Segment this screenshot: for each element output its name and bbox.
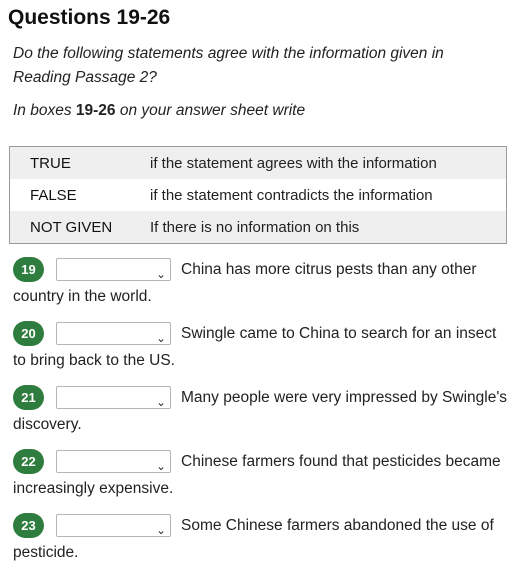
page-title: Questions 19-26 [8,6,171,29]
key-term: NOT GIVEN [9,211,150,244]
sheet-prefix: In boxes [13,102,76,119]
key-meaning: If there is no information on this [150,211,507,244]
chevron-down-icon: ⌄ [155,459,166,474]
answer-select-21[interactable]: ⌄ [56,386,171,410]
key-meaning: if the statement agrees with the informa… [150,146,507,179]
question-item: 19 ⌄ China has more citrus pests than any … [13,256,508,310]
answer-sheet-note: In boxes 19-26 on your answer sheet writ… [13,102,305,120]
question-number-badge: 23 [13,513,44,539]
key-row: TRUE if the statement agrees with the in… [9,146,507,179]
question-number-badge: 22 [13,449,44,475]
chevron-down-icon: ⌄ [155,395,166,410]
answer-select-19[interactable]: ⌄ [56,258,171,282]
sheet-suffix: on your answer sheet write [115,102,306,119]
key-term: TRUE [9,146,150,179]
question-item: 22 ⌄ Chinese farmers found that pesticides… [13,448,508,502]
question-number-badge: 19 [13,257,44,283]
chevron-down-icon: ⌄ [155,523,166,538]
answer-select-22[interactable]: ⌄ [56,450,171,474]
key-row: FALSE if the statement contradicts the i… [10,179,507,211]
question-item: 23 ⌄ Some Chinese farmers abandoned the us… [13,512,508,566]
key-meaning: if the statement contradicts the informa… [150,186,433,204]
question-number-badge: 20 [13,321,44,347]
question-number-badge: 21 [13,385,44,411]
question-item: 21 ⌄ Many people were very impressed by Sw… [13,384,508,438]
question-panel: Questions 19-26 Do the following stateme… [0,0,517,573]
sheet-range: 19-26 [75,102,116,119]
chevron-down-icon: ⌄ [155,267,166,282]
key-term: FALSE [30,186,77,204]
key-row: NOT GIVEN If there is no information on … [9,211,507,244]
question-item: 20 ⌄ Swingle came to China to search for a… [13,320,508,374]
chevron-down-icon: ⌄ [155,331,166,346]
answer-key-table: TRUE if the statement agrees with the in… [9,146,507,244]
answer-select-23[interactable]: ⌄ [56,514,171,538]
answer-select-20[interactable]: ⌄ [56,322,171,346]
instruction-text: Do the following statements agree with t… [13,45,444,86]
